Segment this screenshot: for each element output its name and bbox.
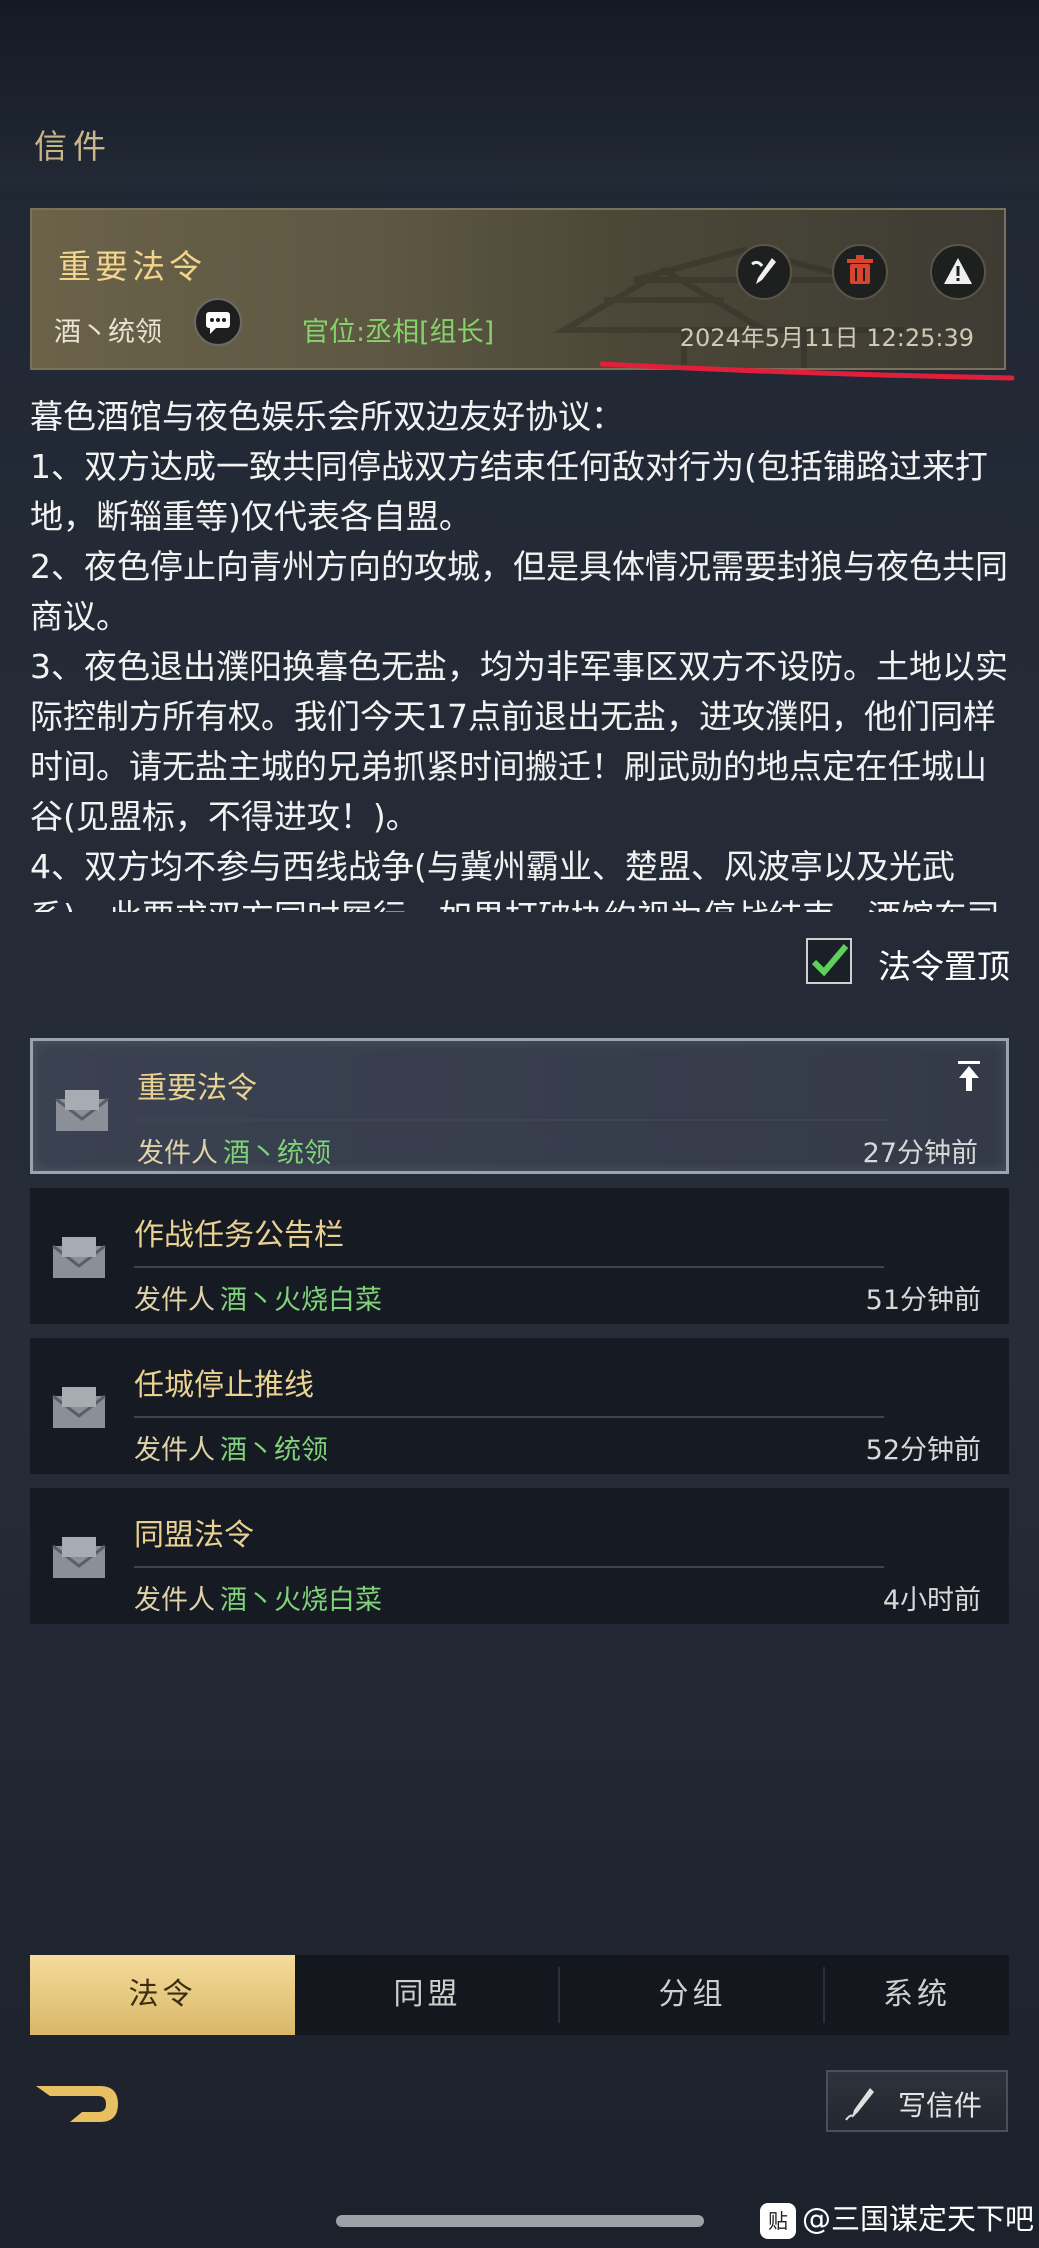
sender-rank: 官位:丞相[组长] (302, 317, 495, 348)
mail-item-sender: 酒丶火烧白菜 (220, 1585, 382, 1616)
watermark-logo: 贴 (760, 2203, 796, 2239)
tab-group[interactable]: 分组 (560, 1955, 825, 2035)
mail-item-title: 作战任务公告栏 (134, 1218, 344, 1253)
item-divider (134, 1566, 884, 1568)
mail-item-time: 27分钟前 (862, 1138, 978, 1169)
mail-list-item[interactable]: 同盟法令 发件人 酒丶火烧白菜 4小时前 (30, 1488, 1009, 1624)
mail-timestamp: 2024年5月11日 12:25:39 (679, 324, 974, 352)
item-divider (137, 1119, 887, 1121)
mail-list-item[interactable]: 重要法令 发件人 酒丶统领 27分钟前 (30, 1038, 1009, 1174)
trash-icon[interactable] (832, 244, 888, 300)
mail-item-sender: 酒丶火烧白菜 (220, 1285, 382, 1316)
mail-list-item[interactable]: 作战任务公告栏 发件人 酒丶火烧白菜 51分钟前 (30, 1188, 1009, 1324)
tab-bar: 法令 同盟 分组 系统 (30, 1955, 1009, 2035)
mail-item-sender: 酒丶统领 (223, 1138, 331, 1169)
envelope-icon (52, 1537, 106, 1578)
sender-label: 发件人 (134, 1585, 215, 1616)
envelope-icon (52, 1387, 106, 1428)
warning-icon[interactable] (930, 244, 986, 300)
sender-label: 发件人 (137, 1138, 218, 1169)
envelope-icon (55, 1090, 109, 1131)
mail-item-title: 同盟法令 (134, 1518, 254, 1553)
brush-icon[interactable] (736, 244, 792, 300)
mail-item-time: 4小时前 (882, 1585, 981, 1616)
pin-checkbox[interactable] (806, 938, 852, 984)
mail-sender: 酒丶统领 (54, 317, 162, 348)
item-divider (134, 1416, 884, 1418)
mail-title: 重要法令 (58, 247, 206, 286)
mail-list-item[interactable]: 任城停止推线 发件人 酒丶统领 52分钟前 (30, 1338, 1009, 1474)
mail-paragraph: 暮色酒馆与夜色娱乐会所双边友好协议： (30, 397, 624, 436)
page-title: 信件 (34, 127, 112, 166)
mail-paragraph: 2、夜色停止向青州方向的攻城，但是具体情况需要封狼与夜色共同商议。 (30, 547, 1008, 636)
mail-item-time: 52分钟前 (865, 1435, 981, 1466)
mail-item-title: 重要法令 (137, 1071, 257, 1106)
top-bar (0, 0, 1039, 185)
pin-top-icon[interactable] (954, 1059, 984, 1093)
red-annotation-underline (599, 361, 1015, 381)
item-divider (134, 1266, 884, 1268)
mail-item-sender: 酒丶统领 (220, 1435, 328, 1466)
write-mail-button[interactable]: 写信件 (826, 2070, 1008, 2132)
mail-paragraph: 1、双方达成一致共同停战双方结束任何敌对行为(包括铺路过来打地，断辎重等)仅代表… (30, 447, 988, 536)
home-indicator[interactable] (336, 2215, 704, 2227)
tab-alliance[interactable]: 同盟 (295, 1955, 560, 2035)
pen-icon (845, 2088, 874, 2121)
pin-label: 法令置顶 (878, 947, 1010, 986)
chat-icon[interactable] (194, 298, 242, 346)
sender-label: 发件人 (134, 1435, 215, 1466)
mail-paragraph: 4、双方均不参与西线战争(与冀州霸业、楚盟、风波亭以及光武系)，此要求双方同时履… (30, 847, 1000, 912)
mail-paragraph: 3、夜色退出濮阳换暮色无盐，均为非军事区双方不设防。土地以实际控制方所有权。我们… (30, 647, 1008, 836)
watermark-text: @三国谋定天下吧 (802, 2202, 1035, 2236)
write-mail-label: 写信件 (898, 2089, 983, 2122)
tab-decrees[interactable]: 法令 (30, 1955, 295, 2035)
sender-label: 发件人 (134, 1285, 215, 1316)
mail-item-time: 51分钟前 (865, 1285, 981, 1316)
back-arrow-icon[interactable] (30, 2072, 126, 2132)
mail-header-card: 重要法令 酒丶统领 官位:丞相[组长] 2024年5月11日 12:25:39 (30, 208, 1006, 370)
envelope-icon (52, 1237, 106, 1278)
mail-body: 暮色酒馆与夜色娱乐会所双边友好协议： 1、双方达成一致共同停战双方结束任何敌对行… (30, 392, 1015, 912)
check-icon (811, 944, 849, 977)
watermark: 贴 @三国谋定天下吧 (760, 2196, 1034, 2239)
tab-system[interactable]: 系统 (825, 1955, 1009, 2035)
mail-item-title: 任城停止推线 (134, 1368, 314, 1403)
